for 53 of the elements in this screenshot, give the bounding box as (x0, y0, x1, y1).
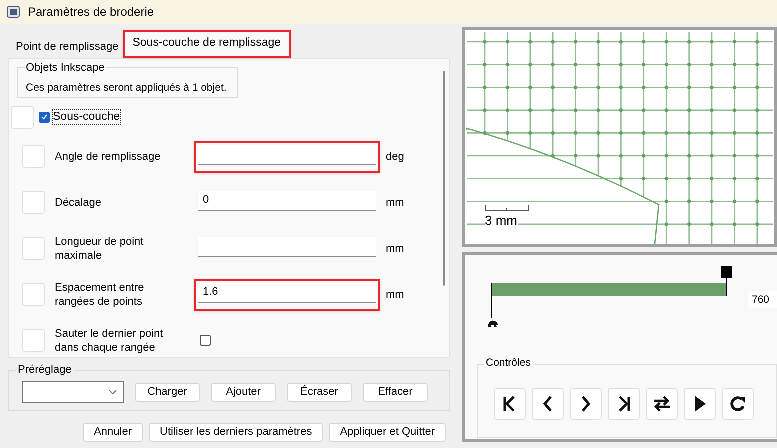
window-title: Paramètres de broderie (28, 4, 154, 21)
control-button[interactable] (684, 388, 716, 420)
footer-button[interactable]: Annuler (83, 423, 143, 442)
preset-button[interactable]: Ajouter (211, 382, 276, 402)
scrollbar[interactable] (443, 71, 445, 286)
control-button[interactable] (570, 388, 602, 420)
control-button[interactable] (608, 388, 640, 420)
field-label: Décalage (55, 196, 102, 210)
scale-bar-icon (485, 204, 529, 210)
input-field[interactable]: 0 (198, 190, 376, 211)
input-field[interactable] (198, 144, 376, 165)
toggle-box[interactable] (22, 237, 45, 260)
unit-label: mm (386, 196, 404, 210)
toggle-box[interactable] (22, 191, 45, 214)
checkbox[interactable] (200, 335, 211, 346)
control-button[interactable] (494, 388, 526, 420)
field-label: Longueur de point maximale (55, 234, 145, 263)
group-title: Objets Inkscape (25, 60, 106, 76)
tab[interactable]: Point de remplissage (12, 36, 123, 58)
preset-button[interactable]: Charger (135, 382, 200, 402)
checkbox[interactable] (39, 112, 50, 123)
unit-label: deg (386, 150, 404, 164)
field-label: Angle de remplissage (55, 150, 162, 164)
toggle-box[interactable] (22, 145, 45, 168)
swap-icon (652, 394, 672, 414)
input-field[interactable]: 1.6 (198, 282, 376, 303)
unit-label: mm (386, 288, 404, 302)
control-button[interactable] (646, 388, 678, 420)
unit-label: mm (386, 242, 404, 256)
control-button[interactable] (532, 388, 564, 420)
preset-dropdown[interactable] (22, 381, 124, 403)
slider[interactable] (491, 266, 733, 296)
field-label: Sauter le dernier point dans chaque rangée (55, 326, 164, 355)
app-icon (7, 6, 20, 18)
info-text: Ces paramètres seront appliqués à 1 objet. (26, 82, 227, 94)
tab[interactable]: Sous-couche de remplissage (122, 30, 292, 58)
slider-thumb[interactable] (721, 266, 732, 296)
refresh-icon (728, 394, 748, 414)
stitch-count-field[interactable]: 760 (748, 291, 777, 308)
input-field[interactable] (198, 236, 376, 257)
control-button[interactable] (722, 388, 754, 420)
toggle-box[interactable] (22, 283, 45, 306)
preset-button[interactable]: Effacer (363, 382, 428, 402)
toggle-box[interactable] (22, 329, 45, 352)
checkbox-label[interactable]: Sous-couche (52, 109, 122, 126)
field-label: Espacement entre rangées de points (55, 280, 146, 309)
footer-button[interactable]: Utiliser les derniers paramètres (149, 423, 324, 442)
turtle-icon (487, 319, 499, 328)
preset-button[interactable]: Écraser (287, 382, 352, 402)
group-title: Préréglage (16, 362, 74, 378)
footer-button[interactable]: Appliquer et Quitter (329, 423, 446, 442)
chevron-icon (109, 390, 117, 394)
toggle-box[interactable] (11, 106, 34, 129)
